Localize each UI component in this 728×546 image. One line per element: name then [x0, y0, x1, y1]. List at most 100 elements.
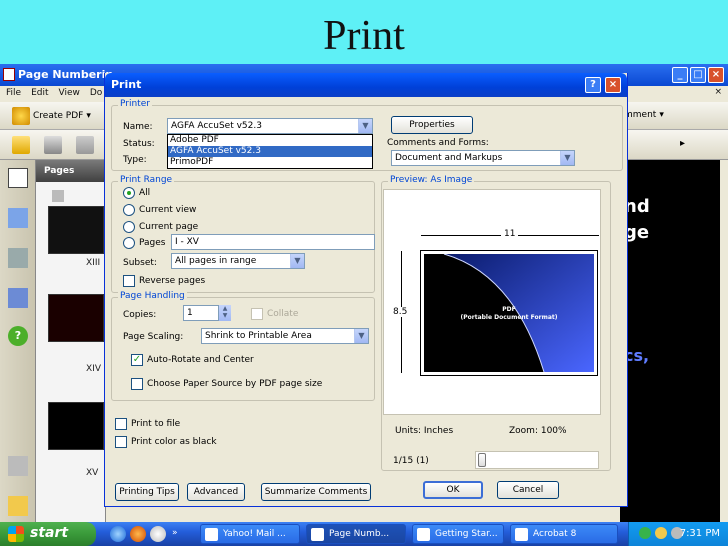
all-label: All	[139, 188, 151, 198]
printer-name-select[interactable]: AGFA AccuSet v52.3 ▼	[167, 118, 373, 134]
group-label: Page Handling	[118, 291, 187, 301]
open-folder-icon[interactable]	[12, 136, 30, 154]
attachments-icon[interactable]	[8, 456, 28, 476]
create-pdf-button[interactable]: Create PDF ▾	[12, 107, 91, 125]
zoom-label: Zoom: 100%	[509, 426, 567, 436]
vertical-scrollbar[interactable]	[720, 160, 728, 522]
height-dimension: 8.5	[393, 307, 408, 317]
save-icon[interactable]	[76, 136, 94, 154]
navigation-panel: ?	[0, 160, 36, 522]
trash-icon[interactable]	[52, 190, 64, 202]
printer-dropdown-list: Adobe PDF AGFA AccuSet v52.3 PrimoPDF	[167, 134, 373, 169]
menu-view[interactable]: View	[59, 88, 80, 102]
comments-forms-select[interactable]: Document and Markups ▼	[391, 150, 575, 166]
menu-document[interactable]: Do	[90, 88, 102, 102]
task-acrobat[interactable]: Acrobat 8	[510, 524, 618, 544]
acrobat-icon	[515, 528, 528, 541]
pages-tab[interactable]: Pages	[36, 160, 106, 182]
slider-thumb[interactable]	[478, 453, 486, 467]
menu-edit[interactable]: Edit	[31, 88, 48, 102]
page-scaling-select[interactable]: Shrink to Printable Area ▼	[201, 328, 369, 344]
page-counter: 1/15 (1)	[393, 456, 429, 466]
copies-label: Copies:	[123, 310, 157, 320]
copies-input[interactable]: 1	[183, 305, 219, 321]
pdf-document-icon	[311, 528, 324, 541]
app-title: Page Numberin	[18, 68, 114, 81]
preview-page-title: PDF	[502, 306, 516, 313]
copies-stepper[interactable]: ▲ ▼	[219, 305, 231, 321]
reverse-pages-label: Reverse pages	[139, 276, 206, 286]
pdf-document-icon	[3, 68, 15, 81]
current-page-radio[interactable]	[123, 221, 135, 233]
summarize-comments-button[interactable]: Summarize Comments	[261, 483, 371, 501]
chevron-down-icon: ▾	[86, 111, 91, 121]
all-radio[interactable]	[123, 187, 135, 199]
printer-icon[interactable]	[44, 136, 62, 154]
print-color-as-black-label: Print color as black	[131, 437, 217, 447]
comments-icon[interactable]	[8, 496, 28, 516]
current-view-radio[interactable]	[123, 204, 135, 216]
pages-range-input[interactable]: I - XV	[171, 234, 375, 250]
dropdown-option-selected[interactable]: AGFA AccuSet v52.3	[168, 146, 372, 157]
bookmarks-nav-icon[interactable]	[8, 208, 28, 228]
ok-button[interactable]: OK	[423, 481, 483, 499]
menu-file[interactable]: File	[6, 88, 21, 102]
task-getting-started[interactable]: Getting Star...	[412, 524, 504, 544]
pages-radio[interactable]	[123, 237, 135, 249]
subset-select[interactable]: All pages in range ▼	[171, 253, 305, 269]
preview-page-slider[interactable]	[475, 451, 599, 469]
task-yahoo-mail[interactable]: Yahoo! Mail ...	[200, 524, 300, 544]
printer-status-label: Status:	[123, 139, 155, 149]
taskbar: start » Yahoo! Mail ... Page Numb... Get…	[0, 522, 728, 546]
create-pdf-icon	[12, 107, 30, 125]
current-page-label: Current page	[139, 222, 199, 232]
dialog-close-button[interactable]: ×	[605, 77, 621, 93]
chevron-right-icon[interactable]: ▸	[680, 138, 685, 149]
page-scaling-label: Page Scaling:	[123, 332, 184, 342]
properties-button[interactable]: Properties	[391, 116, 473, 134]
signatures-nav-icon[interactable]	[8, 288, 28, 308]
minimize-button[interactable]: _	[672, 67, 688, 83]
help-button[interactable]: ?	[585, 77, 601, 93]
print-color-as-black-checkbox[interactable]	[115, 436, 127, 448]
chevron-down-icon: ▼	[354, 329, 368, 343]
internet-explorer-icon[interactable]	[110, 526, 126, 542]
pages-nav-icon[interactable]	[8, 168, 28, 188]
dropdown-option[interactable]: Adobe PDF	[168, 135, 372, 146]
auto-rotate-checkbox[interactable]: ✓	[131, 354, 143, 366]
thumbnail-label: XV	[86, 468, 99, 478]
quicklaunch-expand-icon[interactable]: »	[172, 528, 178, 538]
close-button[interactable]: ×	[708, 67, 724, 83]
collate-checkbox[interactable]	[251, 308, 263, 320]
menu-close-x-icon[interactable]: ×	[714, 87, 722, 97]
page-thumbnail[interactable]	[48, 402, 104, 450]
collate-label: Collate	[267, 309, 299, 319]
units-label: Units: Inches	[395, 426, 454, 436]
preview-page-subtitle: (Portable Document Format)	[460, 314, 558, 321]
maximize-button[interactable]: □	[690, 67, 706, 83]
thumbnail-label: XIV	[86, 364, 101, 374]
reverse-pages-checkbox[interactable]	[123, 275, 135, 287]
tray-icon[interactable]	[655, 527, 667, 539]
auto-rotate-label: Auto-Rotate and Center	[147, 355, 254, 365]
task-page-numbering[interactable]: Page Numb...	[306, 524, 406, 544]
clock: 7:31 PM	[679, 528, 720, 539]
help-icon[interactable]: ?	[8, 326, 28, 346]
comment-button[interactable]: mment ▾	[624, 110, 664, 120]
advanced-button[interactable]: Advanced	[187, 483, 245, 501]
quicklaunch-icon[interactable]	[150, 526, 166, 542]
choose-paper-source-checkbox[interactable]	[131, 378, 143, 390]
printing-tips-button[interactable]: Printing Tips	[115, 483, 179, 501]
group-label: Print Range	[118, 175, 175, 185]
firefox-icon[interactable]	[130, 526, 146, 542]
layers-nav-icon[interactable]	[8, 248, 28, 268]
start-button[interactable]: start	[0, 522, 96, 546]
current-view-label: Current view	[139, 205, 197, 215]
page-thumbnail[interactable]	[48, 206, 104, 254]
dropdown-option[interactable]: PrimoPDF	[168, 157, 372, 168]
print-to-file-checkbox[interactable]	[115, 418, 127, 430]
page-thumbnail[interactable]	[48, 294, 104, 342]
tray-icon[interactable]	[639, 527, 651, 539]
cancel-button[interactable]: Cancel	[497, 481, 559, 499]
print-to-file-label: Print to file	[131, 419, 181, 429]
